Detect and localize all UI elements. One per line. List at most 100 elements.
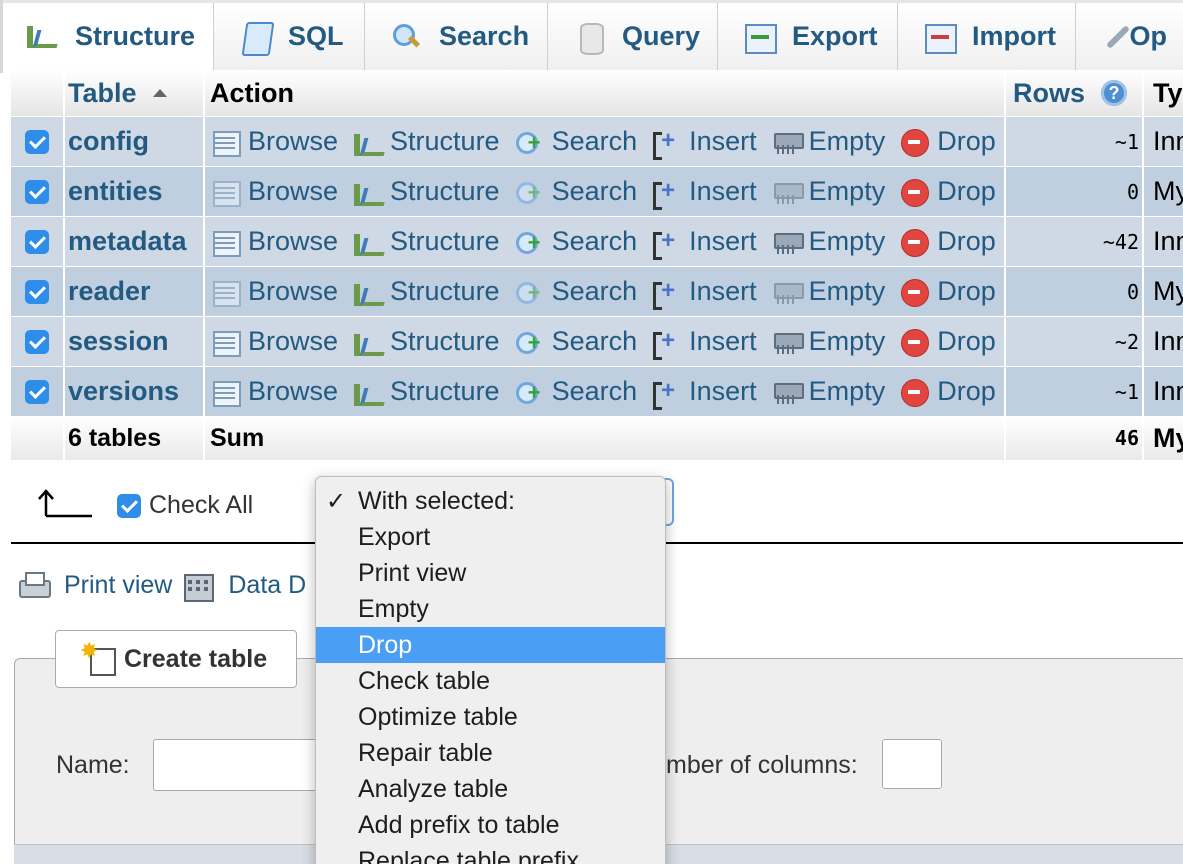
browse-action[interactable]: Browse — [210, 176, 338, 207]
tab-search[interactable]: Search — [365, 3, 548, 70]
row-count: ~2 — [1114, 329, 1139, 354]
browse-action[interactable]: Browse — [210, 126, 338, 157]
search-action[interactable]: Search — [514, 376, 637, 407]
row-checkbox[interactable] — [25, 279, 49, 304]
table-name-link[interactable]: reader — [68, 267, 151, 316]
drop-action[interactable]: Drop — [899, 276, 996, 307]
empty-icon — [771, 328, 804, 356]
insert-action[interactable]: Insert — [651, 376, 757, 410]
search-action[interactable]: Search — [514, 126, 638, 157]
browse-action[interactable]: Browse — [210, 226, 338, 257]
empty-action[interactable]: Empty — [771, 326, 885, 357]
drop-action[interactable]: Drop — [899, 126, 996, 157]
row-count: 0 — [1126, 179, 1139, 204]
browse-action[interactable]: Browse — [210, 276, 338, 307]
import-icon — [922, 20, 958, 54]
table-name-link[interactable]: entities — [68, 167, 163, 216]
row-checkbox[interactable] — [25, 229, 49, 254]
drop-action[interactable]: Drop — [899, 226, 996, 257]
tab-operations[interactable]: Op — [1076, 3, 1183, 70]
row-checkbox[interactable] — [25, 179, 49, 204]
row-checkbox[interactable] — [25, 379, 49, 404]
search-action[interactable]: Search — [514, 276, 638, 307]
table-name-link[interactable]: versions — [68, 367, 179, 416]
tab-export[interactable]: Export — [718, 3, 898, 70]
structure-action[interactable]: Structure — [352, 176, 500, 207]
browse-action[interactable]: Browse — [210, 376, 338, 407]
empty-action[interactable]: Empty — [771, 176, 885, 207]
drop-action[interactable]: Drop — [899, 176, 996, 207]
print-icon[interactable] — [16, 568, 51, 602]
action-label: Search — [551, 276, 638, 306]
column-header-table[interactable]: Table — [68, 70, 167, 116]
check-all-checkbox[interactable] — [117, 493, 141, 518]
menu-item[interactable]: Empty — [316, 591, 665, 627]
drop-action[interactable]: Drop — [899, 376, 996, 407]
column-header-rows[interactable]: Rows ? — [1013, 70, 1139, 116]
structure-action[interactable]: Structure — [352, 126, 500, 157]
menu-item[interactable]: Replace table prefix — [316, 843, 665, 864]
tab-query[interactable]: Query — [548, 3, 718, 70]
help-icon[interactable]: ? — [1101, 80, 1128, 106]
tab-structure[interactable]: Structure — [0, 3, 214, 70]
structure-action[interactable]: Structure — [352, 276, 500, 307]
drop-icon — [899, 328, 930, 357]
menu-item[interactable]: Repair table — [316, 735, 665, 771]
tab-sql[interactable]: SQL — [214, 3, 365, 70]
empty-action[interactable]: Empty — [771, 226, 885, 257]
structure-action[interactable]: Structure — [352, 376, 500, 407]
tab-label: Structure — [75, 21, 196, 51]
column-separator — [1004, 217, 1006, 266]
column-header-type[interactable]: Ty — [1153, 70, 1183, 116]
create-table-button[interactable]: Create table — [55, 630, 297, 688]
menu-item[interactable]: Export — [316, 519, 665, 555]
column-separator — [203, 167, 205, 216]
column-header-action: Action — [210, 70, 294, 116]
browse-action[interactable]: Browse — [210, 326, 338, 357]
table-name-link[interactable]: metadata — [68, 217, 187, 266]
menu-item-label: Add prefix to table — [358, 810, 560, 839]
row-check-cell — [11, 267, 63, 316]
row-checkbox[interactable] — [25, 329, 49, 354]
insert-action[interactable]: Insert — [651, 326, 757, 360]
structure-action[interactable]: Structure — [352, 226, 500, 257]
drop-action[interactable]: Drop — [899, 326, 996, 357]
empty-action[interactable]: Empty — [771, 376, 885, 407]
menu-item[interactable]: Print view — [316, 555, 665, 591]
insert-action[interactable]: Insert — [651, 226, 757, 260]
menu-item[interactable]: Add prefix to table — [316, 807, 665, 843]
row-checkbox[interactable] — [25, 129, 49, 154]
insert-action[interactable]: Insert — [651, 176, 757, 210]
wrench-icon — [1100, 20, 1116, 54]
menu-item[interactable]: Analyze table — [316, 771, 665, 807]
structure-action[interactable]: Structure — [352, 326, 500, 357]
menu-item-label: Replace table prefix — [358, 846, 579, 864]
search-action[interactable]: Search — [514, 326, 637, 357]
action-label: Empty — [808, 126, 886, 156]
menu-item[interactable]: Check table — [316, 663, 665, 699]
columns-count-input[interactable] — [882, 739, 942, 789]
empty-icon — [771, 278, 804, 306]
print-view-link[interactable]: Print view — [64, 571, 172, 600]
data-dictionary-link[interactable]: Data D — [228, 571, 306, 600]
check-all-toggle[interactable]: Check All — [117, 491, 253, 520]
empty-action[interactable]: Empty — [771, 126, 886, 157]
empty-action[interactable]: Empty — [771, 276, 885, 307]
insert-action[interactable]: Insert — [651, 126, 757, 160]
insert-action[interactable]: Insert — [651, 276, 757, 310]
table-name-link[interactable]: session — [68, 317, 169, 366]
action-label: Search — [551, 126, 638, 156]
table-name-link[interactable]: config — [68, 117, 149, 166]
column-separator — [1004, 167, 1006, 216]
search-action[interactable]: Search — [514, 226, 637, 257]
search-action[interactable]: Search — [514, 176, 637, 207]
action-label: Drop — [937, 126, 996, 156]
menu-item[interactable]: Optimize table — [316, 699, 665, 735]
footer-check-cell — [11, 416, 63, 460]
insert-icon — [651, 128, 681, 160]
column-separator — [63, 367, 65, 416]
tab-import[interactable]: Import — [898, 3, 1076, 70]
data-dictionary-icon[interactable] — [180, 568, 215, 602]
menu-item[interactable]: ✓ With selected: — [316, 483, 665, 519]
menu-item[interactable]: Drop — [316, 627, 665, 663]
